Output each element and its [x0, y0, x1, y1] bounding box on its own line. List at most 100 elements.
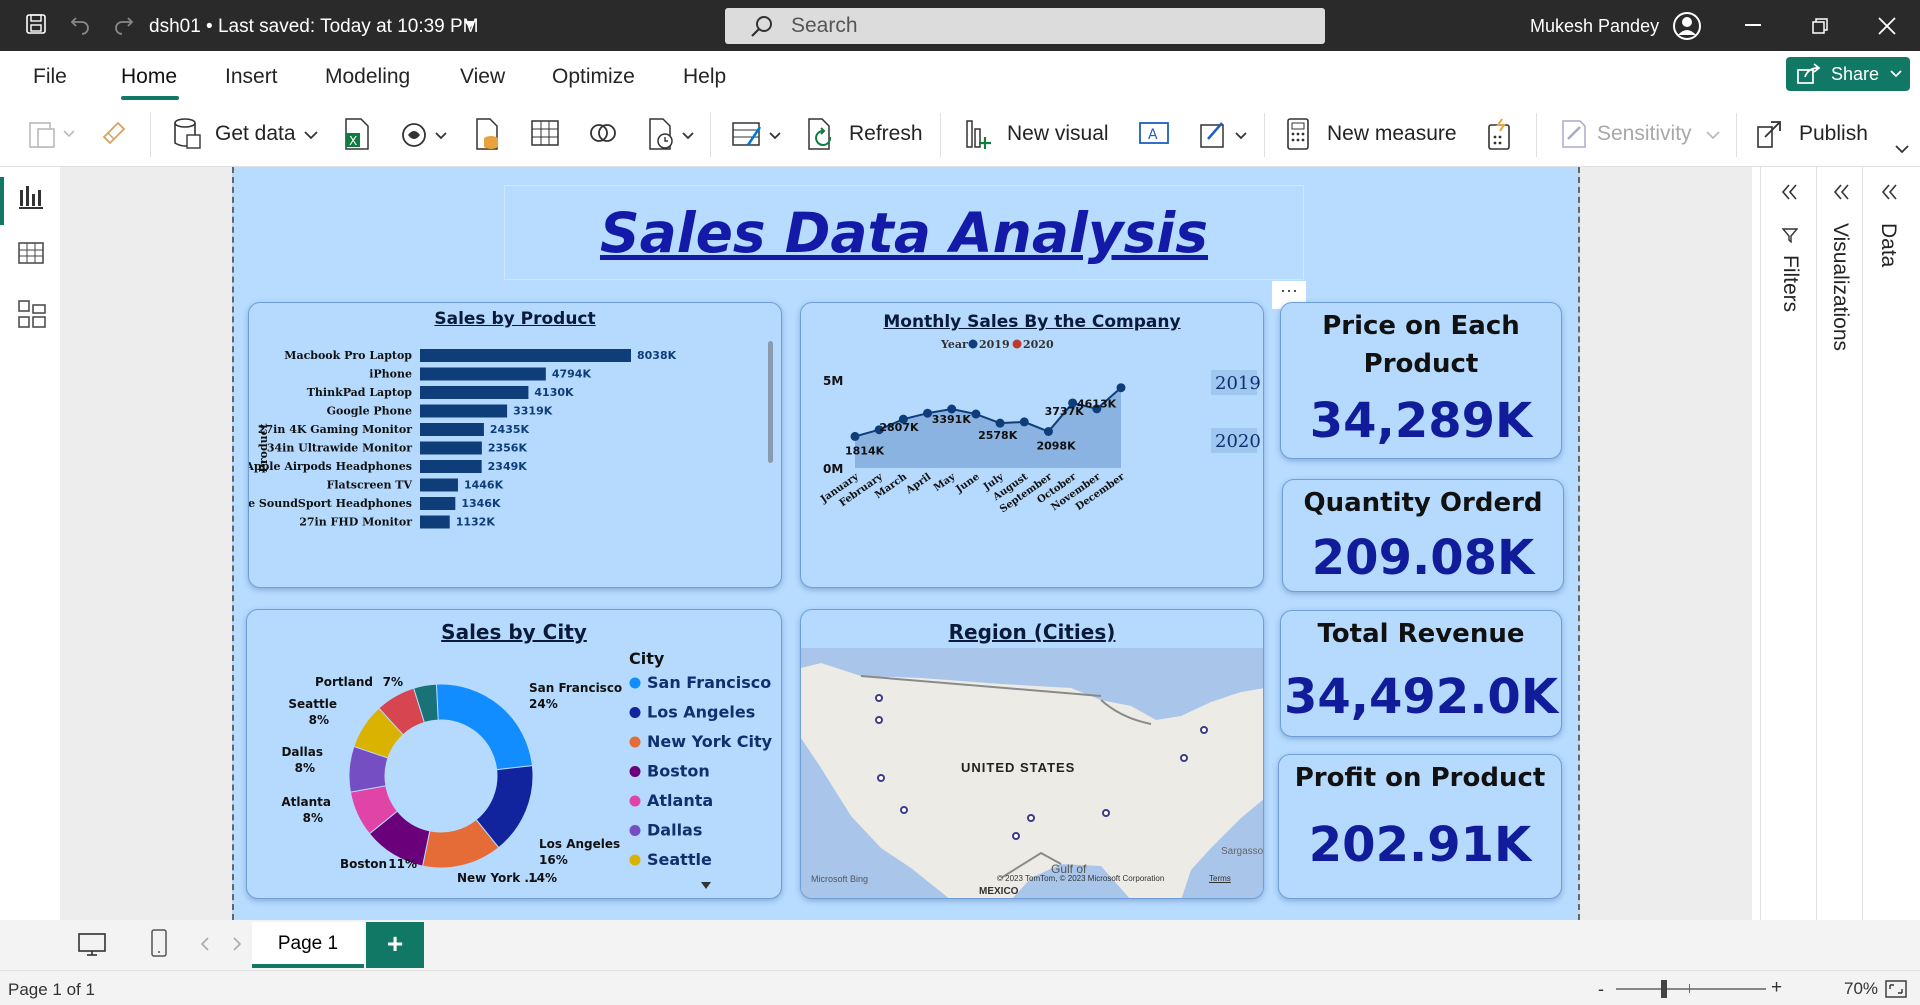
visualizations-pane-label[interactable]: Visualizations	[1828, 223, 1852, 351]
chevron-down-icon[interactable]	[1895, 145, 1909, 154]
add-page-button[interactable]: +	[366, 922, 424, 968]
search-box[interactable]: Search	[725, 8, 1325, 44]
bar-category-label: Bose SoundSport Headphones	[249, 497, 412, 510]
fit-to-page-icon[interactable]	[1885, 980, 1907, 998]
sales-by-city-card[interactable]: Sales by City San Francisco 24% Los Angele…	[246, 609, 782, 899]
legend-label: 2019	[979, 338, 1010, 351]
zoom-slider-track[interactable]	[1616, 988, 1766, 990]
onelake-icon[interactable]	[400, 117, 450, 151]
avatar-icon[interactable]	[1672, 11, 1702, 41]
sales-by-product-card[interactable]: Sales by Product Product Macbook Pro Lapt…	[248, 302, 782, 588]
save-icon[interactable]	[24, 12, 48, 36]
restore-icon[interactable]	[1812, 18, 1828, 34]
legend-marker	[1012, 339, 1022, 349]
y-tick-label: 5M	[823, 374, 843, 388]
sql-icon[interactable]	[474, 117, 502, 151]
map-terms-link[interactable]: Terms	[1209, 874, 1231, 883]
refresh-icon[interactable]	[806, 117, 838, 151]
calculator-icon[interactable]	[1285, 117, 1311, 151]
data-pane-label[interactable]: Data	[1876, 223, 1900, 267]
new-visual-icon[interactable]	[963, 117, 995, 151]
pane-divider	[1862, 167, 1863, 970]
map-point	[877, 774, 885, 782]
text-box-icon[interactable]: A	[1138, 117, 1170, 149]
legend-label: San Francisco	[647, 673, 771, 692]
ribbon-separator	[710, 113, 711, 157]
legend-marker	[629, 677, 641, 689]
format-painter-icon[interactable]	[100, 117, 128, 147]
slice-pct: 14%	[528, 871, 557, 885]
transform-data-icon[interactable]	[730, 117, 786, 151]
table-view-icon[interactable]	[18, 240, 44, 266]
more-visuals-icon[interactable]	[1198, 117, 1252, 151]
share-button[interactable]: Share	[1786, 57, 1910, 91]
excel-icon[interactable]: X	[343, 117, 371, 151]
get-data-button[interactable]: Get data	[215, 122, 296, 146]
bar-category-label: Google Phone	[327, 405, 412, 418]
page-tab-1[interactable]: Page 1	[252, 922, 364, 968]
region-map-card[interactable]: Region (Cities) UNITED STATES Gulf of ME…	[800, 609, 1264, 899]
close-icon[interactable]	[1878, 17, 1896, 35]
menu-file[interactable]: File	[33, 65, 67, 89]
report-view-icon[interactable]	[18, 182, 44, 210]
map-copyright: © 2023 TomTom, © 2023 Microsoft Corporat…	[997, 874, 1165, 883]
data-point	[971, 409, 981, 419]
legend-marker	[629, 795, 641, 807]
chevron-down-icon[interactable]	[463, 20, 477, 30]
zoom-slider-thumb[interactable]	[1661, 980, 1667, 998]
next-page-icon[interactable]	[232, 937, 242, 951]
slice-label: Dallas	[281, 745, 323, 759]
title-bar: dsh01 • Last saved: Today at 10:39 PM Se…	[0, 0, 1920, 51]
database-icon[interactable]	[172, 117, 202, 151]
bar	[420, 441, 482, 455]
redo-icon[interactable]	[112, 12, 136, 36]
menu-help[interactable]: Help	[683, 65, 726, 89]
zoom-level[interactable]: 70%	[1844, 979, 1878, 999]
share-icon	[1796, 63, 1822, 85]
publish-icon[interactable]	[1755, 117, 1785, 151]
bar-data-label: 1446K	[464, 479, 504, 492]
monthly-sales-card[interactable]: Monthly Sales By the Company Year 2019 202…	[800, 302, 1264, 588]
menu-insert[interactable]: Insert	[225, 65, 278, 89]
data-point	[850, 431, 860, 441]
undo-icon[interactable]	[68, 12, 92, 36]
dataverse-icon[interactable]	[587, 117, 619, 149]
bar	[420, 367, 546, 381]
filters-pane-label[interactable]: Filters	[1778, 255, 1802, 312]
zoom-out-icon[interactable]: -	[1598, 979, 1604, 1000]
mobile-layout-icon[interactable]	[149, 928, 169, 958]
slice-pct: 16%	[539, 853, 568, 867]
legend-label: Boston	[647, 762, 710, 781]
prev-page-icon[interactable]	[200, 937, 210, 951]
user-name[interactable]: Mukesh Pandey	[1530, 16, 1659, 37]
new-visual-button[interactable]: New visual	[1007, 122, 1109, 146]
menu-view[interactable]: View	[460, 65, 505, 89]
publish-button[interactable]: Publish	[1799, 122, 1868, 146]
chevron-down-icon[interactable]	[304, 131, 318, 140]
document-title[interactable]: dsh01 • Last saved: Today at 10:39 PM	[149, 16, 479, 38]
minimize-icon[interactable]	[1745, 24, 1761, 26]
model-view-icon[interactable]	[18, 299, 46, 329]
collapse-visualizations-icon[interactable]	[1832, 183, 1850, 201]
kpi-value: 202.91K	[1308, 817, 1532, 873]
refresh-button[interactable]: Refresh	[849, 122, 923, 146]
kpi-card-quantity[interactable]: Quantity Orderd 209.08K	[1282, 479, 1564, 592]
paste-icon[interactable]	[28, 117, 74, 151]
kpi-card-price[interactable]: Price on Each Product 34,289K	[1280, 302, 1562, 459]
kpi-card-profit[interactable]: Profit on Product 202.91K	[1278, 754, 1562, 899]
desktop-layout-icon[interactable]	[77, 932, 107, 958]
kpi-card-revenue[interactable]: Total Revenue 34,492.0K	[1280, 610, 1562, 737]
collapse-data-icon[interactable]	[1880, 183, 1898, 201]
ribbon-separator	[1536, 113, 1537, 157]
menu-optimize[interactable]: Optimize	[552, 65, 635, 89]
menu-modeling[interactable]: Modeling	[325, 65, 410, 89]
new-measure-button[interactable]: New measure	[1327, 122, 1457, 146]
recent-sources-icon[interactable]	[647, 117, 697, 151]
table-icon[interactable]	[530, 117, 560, 149]
bar-category-label: 34in Ultrawide Monitor	[267, 442, 412, 455]
menu-home[interactable]: Home	[121, 65, 177, 89]
quick-measure-icon[interactable]	[1486, 117, 1514, 151]
chart-scrollbar[interactable]	[768, 341, 773, 463]
zoom-in-icon[interactable]: +	[1771, 977, 1782, 999]
collapse-filters-icon[interactable]	[1780, 183, 1798, 201]
